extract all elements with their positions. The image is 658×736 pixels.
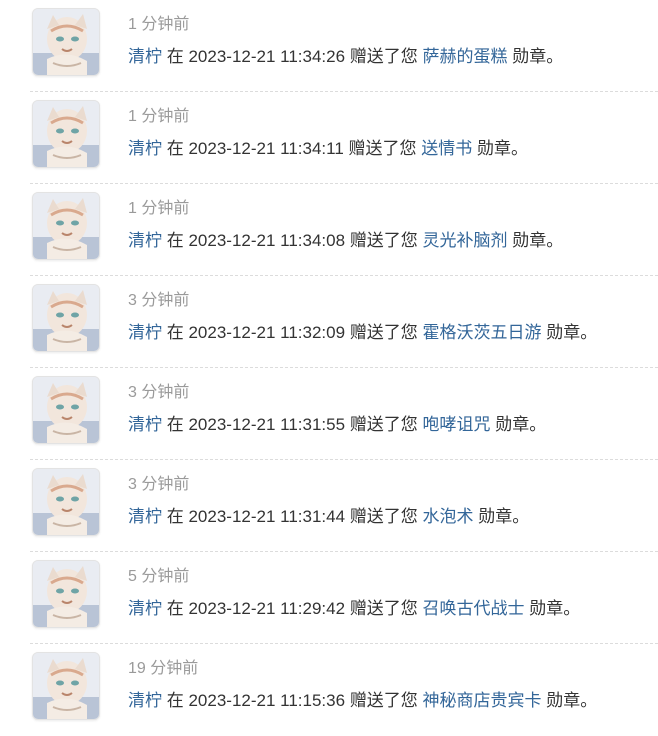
- timestamp: 2023-12-21 11:29:42: [188, 599, 346, 618]
- user-avatar[interactable]: [32, 284, 100, 352]
- time-ago: 3 分钟前: [128, 476, 190, 493]
- user-avatar[interactable]: [32, 376, 100, 444]
- in-word: 在: [166, 599, 184, 618]
- timestamp: 2023-12-21 11:34:26: [188, 47, 346, 66]
- gift-text: 赠送了您: [349, 507, 418, 526]
- notification-item: 19 分钟前 清柠 在 2023-12-21 11:15:36 赠送了您 神秘商…: [30, 644, 658, 736]
- medal-link[interactable]: 神秘商店贵宾卡: [423, 691, 542, 710]
- in-word: 在: [166, 47, 184, 66]
- notification-text: 清柠 在 2023-12-21 11:15:36 赠送了您 神秘商店贵宾卡 勋章…: [128, 686, 597, 711]
- medal-link[interactable]: 水泡术: [423, 507, 474, 526]
- medal-suffix: 勋章。: [512, 47, 564, 66]
- avatar-image: [33, 653, 99, 719]
- medal-link[interactable]: 咆哮诅咒: [423, 415, 491, 434]
- time-ago: 5 分钟前: [128, 568, 190, 585]
- user-avatar[interactable]: [32, 192, 100, 260]
- in-word: 在: [166, 691, 184, 710]
- avatar-image: [33, 101, 99, 167]
- medal-suffix: 勋章。: [495, 415, 547, 434]
- gift-text: 赠送了您: [349, 47, 418, 66]
- notification-text: 清柠 在 2023-12-21 11:34:26 赠送了您 萨赫的蛋糕 勋章。: [128, 42, 563, 67]
- medal-suffix: 勋章。: [546, 691, 598, 710]
- user-link[interactable]: 清柠: [128, 47, 162, 66]
- in-word: 在: [166, 231, 184, 250]
- notification-text: 清柠 在 2023-12-21 11:29:42 赠送了您 召唤古代战士 勋章。: [128, 594, 580, 619]
- notification-feed: 1 分钟前 清柠 在 2023-12-21 11:34:26 赠送了您 萨赫的蛋…: [0, 0, 658, 736]
- notification-item: 1 分钟前 清柠 在 2023-12-21 11:34:26 赠送了您 萨赫的蛋…: [30, 0, 658, 92]
- avatar-image: [33, 193, 99, 259]
- gift-text: 赠送了您: [349, 323, 418, 342]
- medal-link[interactable]: 灵光补脑剂: [423, 231, 508, 250]
- medal-suffix: 勋章。: [512, 231, 564, 250]
- notification-item: 3 分钟前 清柠 在 2023-12-21 11:32:09 赠送了您 霍格沃茨…: [30, 276, 658, 368]
- in-word: 在: [166, 415, 184, 434]
- medal-link[interactable]: 送情书: [421, 139, 472, 158]
- medal-link[interactable]: 霍格沃茨五日游: [423, 323, 542, 342]
- user-link[interactable]: 清柠: [128, 323, 162, 342]
- user-avatar[interactable]: [32, 652, 100, 720]
- timestamp: 2023-12-21 11:15:36: [188, 691, 346, 710]
- time-ago: 1 分钟前: [128, 108, 190, 125]
- medal-suffix: 勋章。: [478, 507, 530, 526]
- in-word: 在: [166, 323, 184, 342]
- time-ago: 3 分钟前: [128, 292, 190, 309]
- gift-text: 赠送了您: [349, 231, 418, 250]
- gift-text: 赠送了您: [349, 599, 418, 618]
- notification-text: 清柠 在 2023-12-21 11:34:11 赠送了您 送情书 勋章。: [128, 134, 528, 159]
- notification-text: 清柠 在 2023-12-21 11:31:55 赠送了您 咆哮诅咒 勋章。: [128, 410, 546, 435]
- notification-item: 3 分钟前 清柠 在 2023-12-21 11:31:44 赠送了您 水泡术 …: [30, 460, 658, 552]
- notification-item: 3 分钟前 清柠 在 2023-12-21 11:31:55 赠送了您 咆哮诅咒…: [30, 368, 658, 460]
- timestamp: 2023-12-21 11:34:11: [188, 139, 344, 158]
- notification-item: 5 分钟前 清柠 在 2023-12-21 11:29:42 赠送了您 召唤古代…: [30, 552, 658, 644]
- user-link[interactable]: 清柠: [128, 599, 162, 618]
- timestamp: 2023-12-21 11:34:08: [188, 231, 346, 250]
- avatar-image: [33, 469, 99, 535]
- time-ago: 1 分钟前: [128, 200, 190, 217]
- timestamp: 2023-12-21 11:31:55: [188, 415, 346, 434]
- medal-suffix: 勋章。: [546, 323, 598, 342]
- time-ago: 3 分钟前: [128, 384, 190, 401]
- medal-link[interactable]: 召唤古代战士: [423, 599, 525, 618]
- user-link[interactable]: 清柠: [128, 139, 162, 158]
- notification-item: 1 分钟前 清柠 在 2023-12-21 11:34:08 赠送了您 灵光补脑…: [30, 184, 658, 276]
- notification-text: 清柠 在 2023-12-21 11:32:09 赠送了您 霍格沃茨五日游 勋章…: [128, 318, 597, 343]
- user-link[interactable]: 清柠: [128, 507, 162, 526]
- timestamp: 2023-12-21 11:31:44: [188, 507, 346, 526]
- medal-suffix: 勋章。: [529, 599, 581, 618]
- user-link[interactable]: 清柠: [128, 415, 162, 434]
- notification-text: 清柠 在 2023-12-21 11:34:08 赠送了您 灵光补脑剂 勋章。: [128, 226, 563, 251]
- timestamp: 2023-12-21 11:32:09: [188, 323, 346, 342]
- user-avatar[interactable]: [32, 8, 100, 76]
- time-ago: 19 分钟前: [128, 660, 199, 677]
- user-avatar[interactable]: [32, 560, 100, 628]
- gift-text: 赠送了您: [349, 691, 418, 710]
- avatar-image: [33, 377, 99, 443]
- medal-suffix: 勋章。: [477, 139, 529, 158]
- gift-text: 赠送了您: [348, 139, 417, 158]
- notification-item: 1 分钟前 清柠 在 2023-12-21 11:34:11 赠送了您 送情书 …: [30, 92, 658, 184]
- user-link[interactable]: 清柠: [128, 231, 162, 250]
- in-word: 在: [166, 507, 184, 526]
- gift-text: 赠送了您: [349, 415, 418, 434]
- notification-text: 清柠 在 2023-12-21 11:31:44 赠送了您 水泡术 勋章。: [128, 502, 529, 527]
- user-link[interactable]: 清柠: [128, 691, 162, 710]
- in-word: 在: [166, 139, 184, 158]
- avatar-image: [33, 285, 99, 351]
- user-avatar[interactable]: [32, 468, 100, 536]
- avatar-image: [33, 561, 99, 627]
- user-avatar[interactable]: [32, 100, 100, 168]
- time-ago: 1 分钟前: [128, 16, 190, 33]
- avatar-image: [33, 9, 99, 75]
- medal-link[interactable]: 萨赫的蛋糕: [423, 47, 508, 66]
